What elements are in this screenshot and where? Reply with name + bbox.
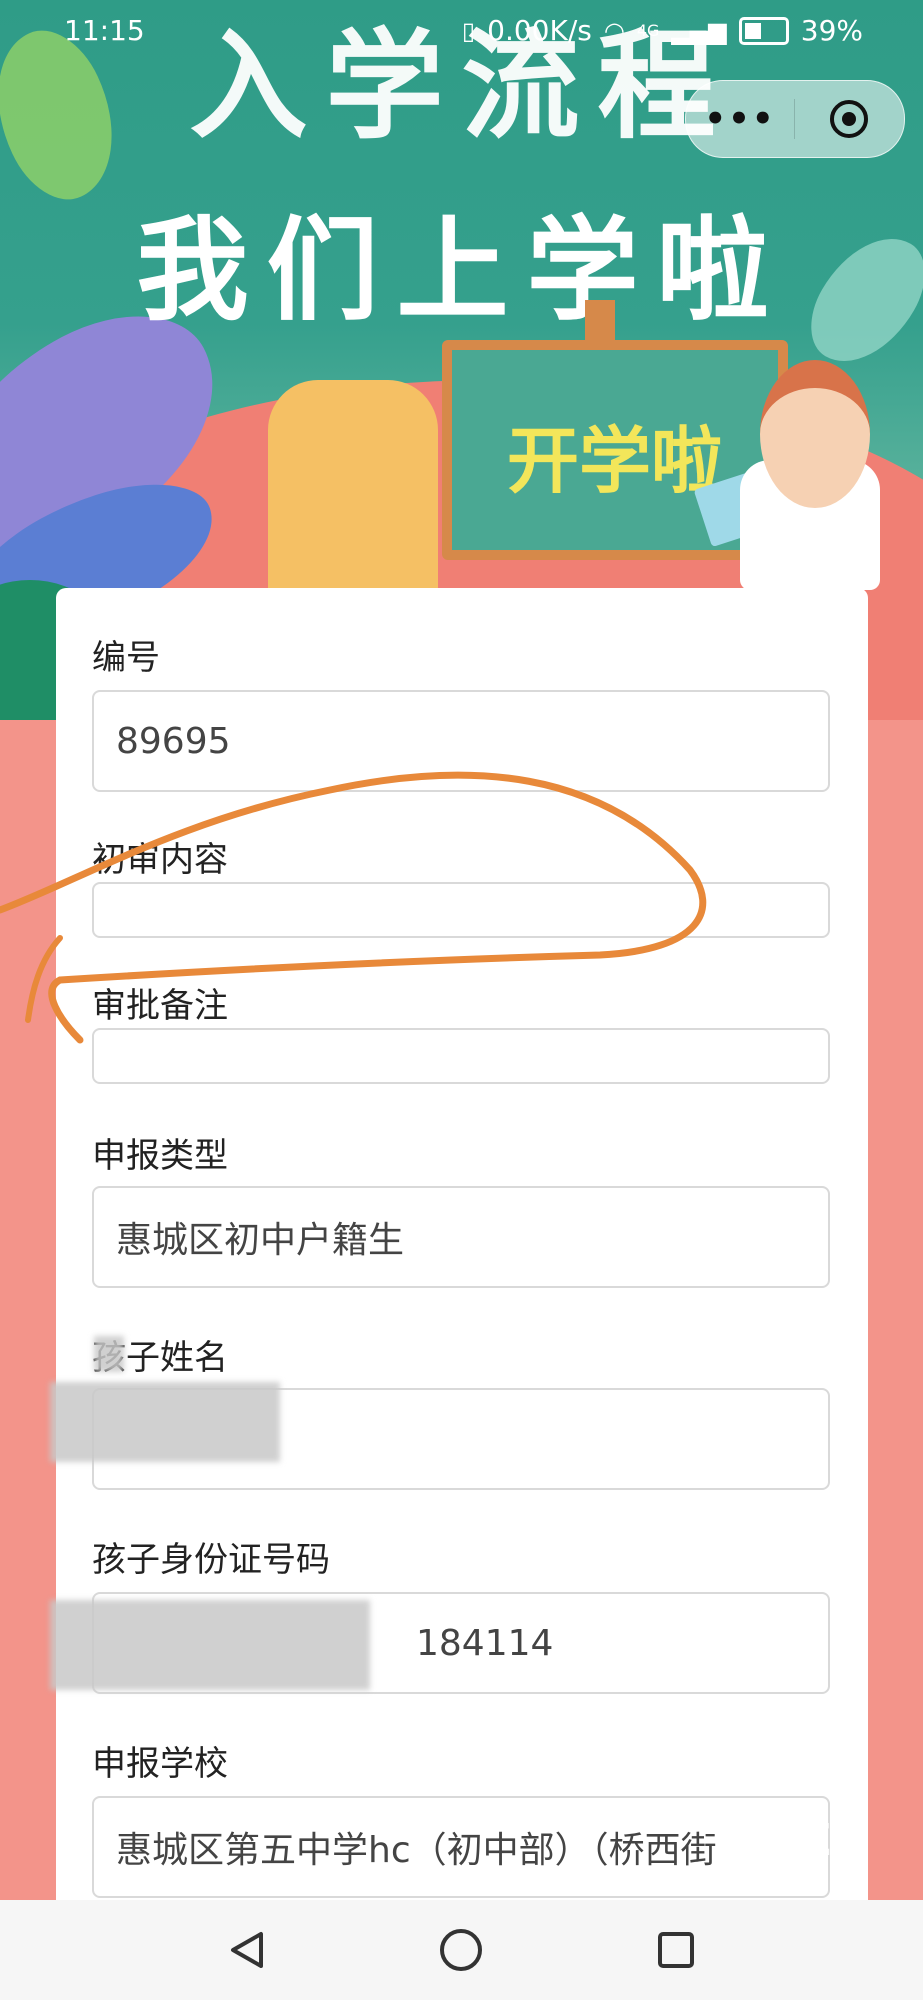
field-label-number: 编号: [92, 638, 160, 678]
field-application-type[interactable]: 惠城区初中户籍生: [92, 1186, 830, 1288]
network-type: 4G: [636, 21, 660, 40]
redaction-blur: [50, 1600, 370, 1690]
battery-icon: [738, 16, 789, 45]
close-icon-dot: [842, 112, 856, 126]
field-label-school: 申报学校: [92, 1744, 228, 1784]
signal-icon: ▂▄▆: [671, 16, 727, 45]
field-school-value: 惠城区第五中学hc（初中部）（桥西街: [116, 1830, 717, 1871]
status-indicators: ▯ 0.00K/s ◠ 4G ▂▄▆ 39%: [462, 14, 863, 47]
home-circle-icon: [440, 1929, 483, 1971]
back-button[interactable]: [217, 1920, 277, 1980]
field-number-value: 89695: [116, 720, 231, 762]
field-number[interactable]: 89695: [92, 690, 830, 792]
more-icon[interactable]: •••: [686, 99, 794, 139]
system-nav-bar: [0, 1900, 923, 2000]
field-school[interactable]: 惠城区第五中学hc（初中部）（桥西街: [92, 1796, 830, 1898]
field-label-application-type: 申报类型: [92, 1136, 228, 1176]
wifi-icon: ◠: [603, 16, 625, 45]
status-bar: 11:15 ▯ 0.00K/s ◠ 4G ▂▄▆ 39%: [0, 0, 923, 64]
watermark: XIZI: [745, 1815, 852, 1866]
recent-square-icon: [657, 1932, 694, 1968]
net-speed: 0.00K/s: [487, 14, 592, 47]
girl-illustration-head: [760, 360, 870, 508]
vibrate-icon: ▯: [461, 16, 476, 45]
back-triangle-icon: [231, 1932, 264, 1968]
close-button[interactable]: [795, 100, 903, 138]
field-label-preliminary-review: 初审内容: [92, 840, 228, 880]
banner-title-line2: 我们上学啦: [136, 206, 787, 336]
field-preliminary-review[interactable]: [92, 882, 830, 938]
field-label-approval-note: 审批备注: [92, 986, 228, 1026]
redaction-blur: [94, 1336, 124, 1372]
close-icon: [830, 100, 868, 138]
backpack-illustration: [268, 380, 438, 610]
field-approval-note[interactable]: [92, 1028, 830, 1084]
redaction-blur: [50, 1382, 280, 1462]
status-time: 11:15: [64, 14, 145, 47]
battery-percent: 39%: [800, 14, 863, 47]
field-application-type-value: 惠城区初中户籍生: [116, 1220, 405, 1261]
home-button[interactable]: [431, 1920, 491, 1980]
recent-apps-button[interactable]: [646, 1920, 706, 1980]
miniprogram-capsule: •••: [685, 80, 905, 158]
application-form-card: 编号 89695 初审内容 审批备注 申报类型 惠城区初中户籍生 孩子姓名 孩子…: [56, 588, 868, 1908]
field-label-child-id: 孩子身份证号码: [92, 1540, 330, 1580]
